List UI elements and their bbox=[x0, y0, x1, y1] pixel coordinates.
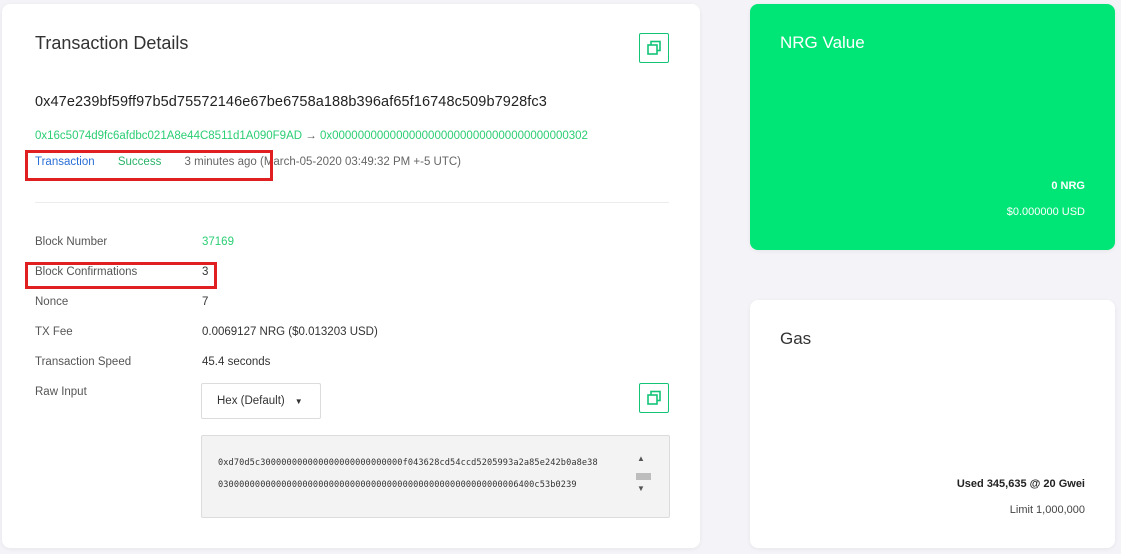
format-selected-value: Hex (Default) bbox=[217, 395, 285, 407]
block-confirmations-label: Block Confirmations bbox=[35, 266, 138, 278]
copy-icon bbox=[647, 390, 661, 405]
scroll-up-icon[interactable]: ▲ bbox=[637, 454, 645, 463]
to-address-link[interactable]: 0x00000000000000000000000000000000000003… bbox=[320, 130, 588, 142]
raw-input-format-select[interactable]: Hex (Default) ▼ bbox=[201, 383, 321, 419]
raw-input-textarea[interactable]: 0xd70d5c300000000000000000000000000f0436… bbox=[201, 435, 670, 518]
address-route: 0x16c5074d9fc6afdbc021A8e44C8511d1A090F9… bbox=[35, 130, 588, 142]
raw-input-label: Raw Input bbox=[35, 386, 87, 398]
nrg-usd-value: $0.000000 USD bbox=[1006, 206, 1085, 218]
gas-limit: Limit 1,000,000 bbox=[1009, 504, 1085, 516]
scrollbar-thumb[interactable] bbox=[636, 473, 651, 480]
transaction-hash: 0x47e239bf59ff97b5d75572146e67be6758a188… bbox=[35, 94, 547, 110]
nonce-value: 7 bbox=[202, 296, 209, 308]
status-badge: Success bbox=[117, 156, 162, 168]
gas-used: Used 345,635 @ 20 Gwei bbox=[956, 478, 1085, 490]
caret-down-icon: ▼ bbox=[294, 396, 303, 406]
scrollbar[interactable]: ▲ ▼ bbox=[633, 454, 653, 496]
divider bbox=[35, 202, 669, 203]
transaction-details-card: Transaction Details 0x47e239bf59ff97b5d7… bbox=[2, 4, 700, 548]
transaction-speed-label: Transaction Speed bbox=[35, 356, 132, 368]
nrg-amount: 0 NRG bbox=[1051, 180, 1085, 192]
transaction-speed-value: 45.4 seconds bbox=[202, 356, 271, 368]
nonce-label: Nonce bbox=[35, 296, 69, 308]
copy-raw-input-button[interactable] bbox=[639, 383, 669, 413]
copy-icon bbox=[647, 40, 661, 55]
transaction-type-badge: Transaction bbox=[35, 156, 95, 168]
block-number-link[interactable]: 37169 bbox=[202, 236, 234, 248]
card-title: Transaction Details bbox=[35, 33, 189, 53]
nrg-value-card: NRG Value 0 NRG $0.000000 USD bbox=[750, 4, 1115, 250]
tx-fee-label: TX Fee bbox=[35, 326, 73, 338]
arrow-icon: → bbox=[305, 130, 317, 142]
transaction-age: 3 minutes ago bbox=[184, 156, 257, 168]
card-title: NRG Value bbox=[780, 33, 865, 52]
raw-input-line: 0xd70d5c300000000000000000000000000f0436… bbox=[218, 458, 598, 468]
status-line: Transaction Success 3 minutes ago (March… bbox=[35, 156, 461, 168]
card-title: Gas bbox=[780, 329, 812, 348]
gas-card: Gas Used 345,635 @ 20 Gwei Limit 1,000,0… bbox=[750, 300, 1115, 548]
raw-input-line: 0300000000000000000000000000000000000000… bbox=[218, 480, 577, 490]
scroll-down-icon[interactable]: ▼ bbox=[637, 484, 645, 493]
copy-button[interactable] bbox=[639, 33, 669, 63]
transaction-timestamp: (March-05-2020 03:49:32 PM +-5 UTC) bbox=[259, 156, 461, 168]
tx-fee-value: 0.0069127 NRG ($0.013203 USD) bbox=[202, 326, 378, 338]
from-address-link[interactable]: 0x16c5074d9fc6afdbc021A8e44C8511d1A090F9… bbox=[35, 130, 302, 142]
block-confirmations-value: 3 bbox=[202, 266, 209, 278]
block-number-label: Block Number bbox=[35, 236, 108, 248]
